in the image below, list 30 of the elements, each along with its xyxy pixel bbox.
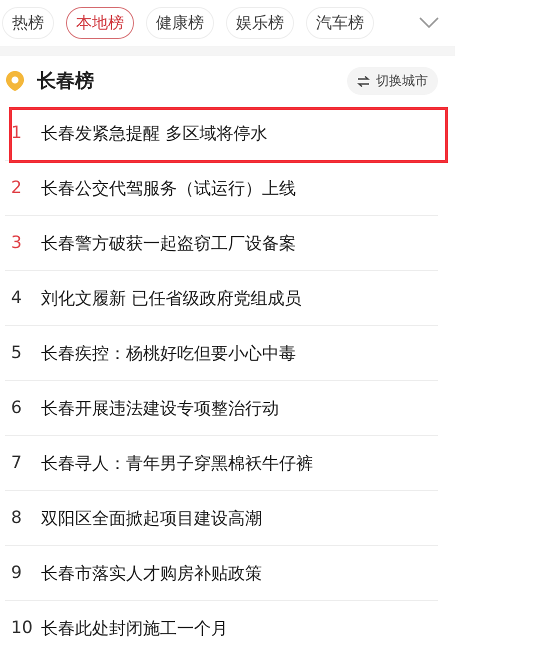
news-headline[interactable]: 长春开展违法建设专项整治行动 (41, 396, 279, 420)
tab[interactable]: 娱乐榜 (226, 7, 294, 39)
tab[interactable]: 汽车榜 (306, 7, 374, 39)
rank-number: 2 (10, 178, 23, 198)
tab[interactable]: 本地榜 (66, 7, 134, 39)
location-pin-icon (5, 71, 25, 91)
news-headline[interactable]: 刘化文履新 已任省级政府党组成员 (41, 286, 302, 310)
news-headline[interactable]: 长春寻人：青年男子穿黑棉袄牛仔裤 (41, 452, 313, 474)
news-headline[interactable]: 长春发紧急提醒 多区域将停水 (41, 122, 268, 144)
rank-number: 1 (10, 123, 23, 143)
news-headline[interactable]: 长春公交代驾服务（试运行）上线 (41, 176, 296, 200)
news-headline[interactable]: 长春疾控：杨桃好吃但要小心中毒 (41, 342, 296, 364)
news-headline[interactable]: 长春警方破获一起盗窃工厂设备案 (41, 232, 296, 254)
rank-number: 7 (10, 453, 23, 473)
tab[interactable]: 热榜 (2, 7, 54, 39)
rank-number: 4 (10, 288, 23, 308)
rank-number: 10 (10, 618, 34, 638)
swap-icon (357, 76, 370, 86)
rank-number: 6 (10, 398, 23, 418)
rank-number: 3 (10, 233, 23, 253)
switch-city-button[interactable]: 切换城市 (347, 67, 438, 95)
chevron-down-icon[interactable] (419, 17, 439, 29)
news-headline[interactable]: 双阳区全面掀起项目建设高潮 (41, 506, 262, 530)
tab[interactable]: 健康榜 (146, 7, 214, 39)
rank-number: 8 (10, 508, 23, 528)
news-headline[interactable]: 长春市落实人才购房补贴政策 (41, 562, 262, 584)
rank-number: 9 (10, 563, 23, 583)
news-headline[interactable]: 长春此处封闭施工一个月 (41, 616, 228, 640)
rank-number: 5 (10, 343, 23, 363)
board-title: 长春榜 (37, 69, 94, 94)
